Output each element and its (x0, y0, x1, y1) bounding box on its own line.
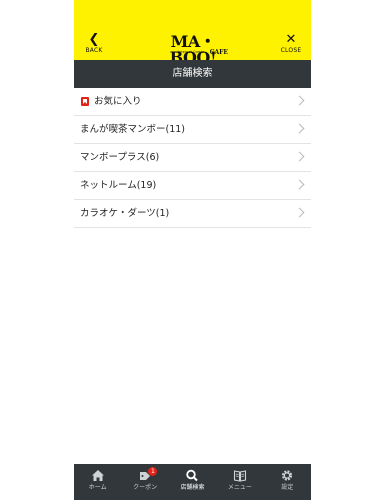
list-item-net-room[interactable]: ネットルーム(19) (74, 172, 311, 200)
gear-icon (282, 470, 293, 481)
list-item-label: まんが喫茶マンボー(11) (80, 124, 186, 135)
list-item-manga-cafe[interactable]: まんが喫茶マンボー(11) (74, 116, 311, 144)
tab-label: ホーム (88, 484, 107, 491)
tab-coupon[interactable]: 1 クーポン (121, 464, 168, 500)
menu-book-icon (233, 470, 246, 482)
list-item-karaoke-darts[interactable]: カラオケ・ダーツ(1) (74, 200, 311, 228)
bottom-tab-bar: ホーム 1 クーポン 店舗検索 メニュー 設定 (74, 464, 311, 500)
chevron-left-icon: ❮ (88, 32, 100, 47)
chevron-right-icon (294, 123, 305, 134)
logo: MA・BOO! Internet Comic CAFE (152, 34, 234, 66)
page-title: 店舗検索 (74, 60, 311, 88)
store-category-list: お気に入り まんが喫茶マンボー(11) マンボープラス(6) ネットルーム(19… (74, 88, 311, 228)
app-screen: ❮ BACK MA・BOO! Internet Comic CAFE ✕ CLO… (74, 0, 311, 500)
chevron-right-icon (294, 179, 305, 190)
list-item-label: ネットルーム(19) (80, 180, 157, 191)
tab-label: 設定 (281, 484, 294, 491)
list-item-favorites[interactable]: お気に入り (74, 88, 311, 116)
bookmark-icon (81, 97, 89, 106)
close-label: CLOSE (280, 47, 302, 54)
search-icon (186, 469, 199, 482)
tab-label: クーポン (133, 484, 158, 491)
home-icon (91, 470, 104, 481)
tab-menu[interactable]: メニュー (216, 464, 263, 500)
tab-settings[interactable]: 設定 (264, 464, 311, 500)
list-item-mambo-plus[interactable]: マンボープラス(6) (74, 144, 311, 172)
close-icon: ✕ (285, 32, 297, 47)
list-item-label: マンボープラス(6) (80, 152, 160, 163)
back-label: BACK (85, 47, 103, 54)
chevron-right-icon (294, 151, 305, 162)
list-item-label: お気に入り (94, 96, 142, 107)
logo-subtext: Internet Comic (178, 50, 204, 54)
tab-label: 店舗検索 (180, 484, 205, 491)
coupon-count-badge: 1 (148, 467, 158, 476)
tab-label: メニュー (227, 484, 252, 491)
close-button[interactable]: ✕ CLOSE (271, 33, 311, 59)
logo-cafe-text: CAFE (209, 49, 228, 56)
top-bar: ❮ BACK MA・BOO! Internet Comic CAFE ✕ CLO… (74, 0, 311, 66)
tab-store-search[interactable]: 店舗検索 (169, 464, 216, 500)
chevron-right-icon (294, 207, 305, 218)
list-item-label: カラオケ・ダーツ(1) (80, 208, 170, 219)
tab-home[interactable]: ホーム (74, 464, 121, 500)
chevron-right-icon (294, 95, 305, 106)
back-button[interactable]: ❮ BACK (74, 33, 114, 59)
